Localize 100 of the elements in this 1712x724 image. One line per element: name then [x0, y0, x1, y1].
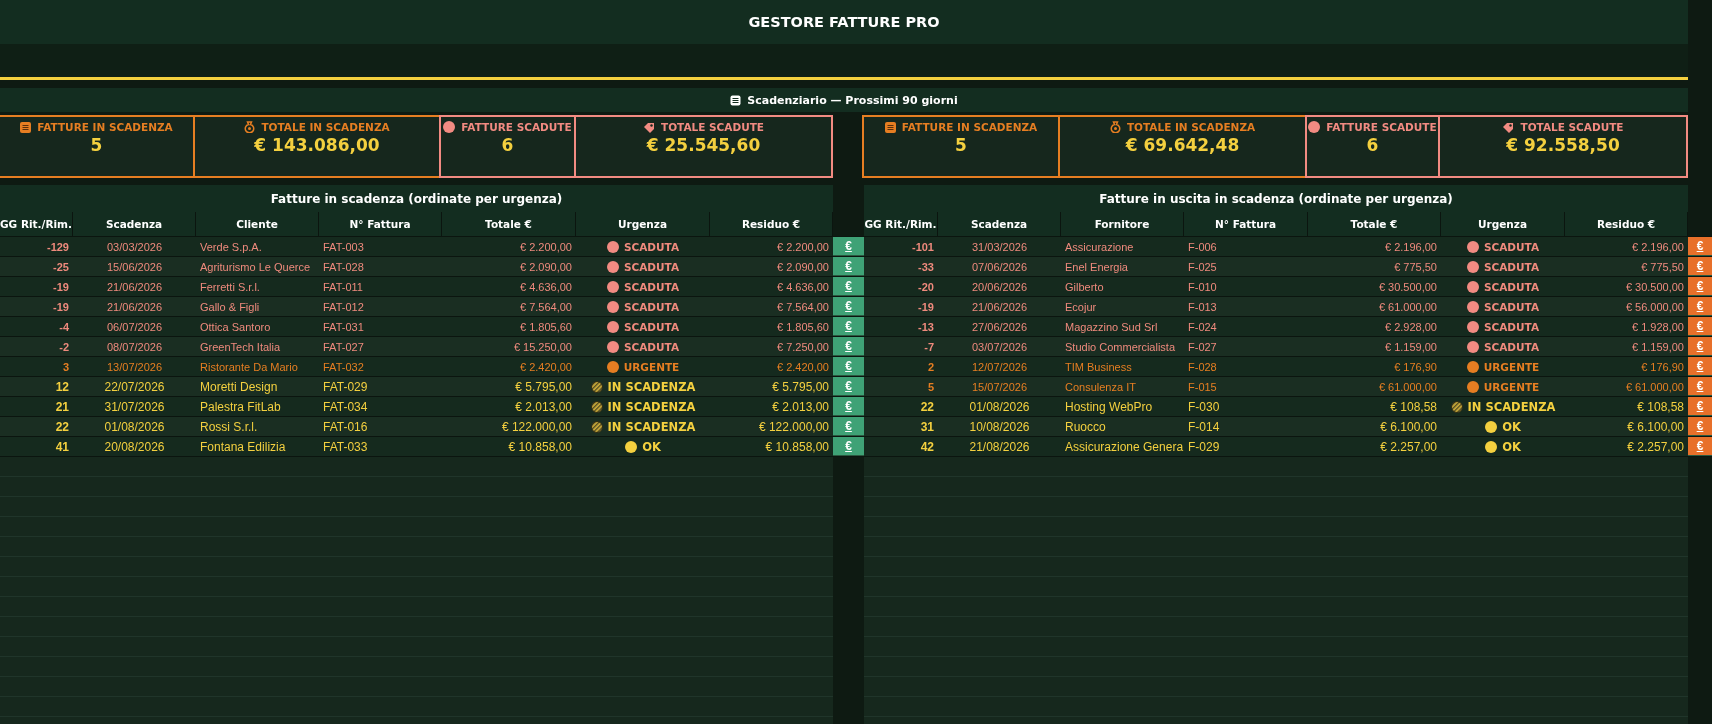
kpi-value: € 25.545,60	[646, 135, 761, 155]
table-cell: F-027	[1184, 337, 1308, 356]
table-cell: 01/08/2026	[938, 397, 1061, 416]
payment-button[interactable]: €	[833, 357, 864, 376]
payment-button[interactable]: €	[1688, 237, 1712, 256]
payment-button[interactable]: €	[833, 317, 864, 336]
urgency-cell: URGENTE	[576, 357, 710, 376]
urgency-cell: IN SCADENZA	[576, 417, 710, 436]
table-cell: Ecojur	[1061, 297, 1184, 316]
payment-button[interactable]: €	[833, 377, 864, 396]
table-cell: F-025	[1184, 257, 1308, 276]
payment-button[interactable]: €	[1688, 377, 1712, 396]
table-cell: 20/06/2026	[938, 277, 1061, 296]
payment-button[interactable]: €	[1688, 357, 1712, 376]
table-cell: FAT-003	[319, 237, 442, 256]
payment-button[interactable]: €	[833, 277, 864, 296]
table-cell: F-028	[1184, 357, 1308, 376]
payment-button[interactable]: €	[833, 297, 864, 316]
payment-button[interactable]: €	[833, 237, 864, 256]
payment-button[interactable]: €	[1688, 257, 1712, 276]
table-cell: F-006	[1184, 237, 1308, 256]
payment-button[interactable]: €	[1688, 317, 1712, 336]
kpi-label: FATTURE IN SCADENZA	[901, 121, 1038, 133]
table-cell: € 775,50	[1565, 257, 1688, 276]
table-cell: € 1.928,00	[1565, 317, 1688, 336]
table-cell: € 1.159,00	[1308, 337, 1441, 356]
column-header: N° Fattura	[319, 212, 442, 236]
payment-button[interactable]: €	[833, 437, 864, 456]
kpi-value: € 69.642,48	[1125, 135, 1240, 155]
table-cell: -25	[0, 257, 73, 276]
table-cell: Enel Energia	[1061, 257, 1184, 276]
payment-button[interactable]: €	[1688, 397, 1712, 416]
urgency-cell: OK	[1441, 437, 1565, 456]
table-cell: € 7.564,00	[710, 297, 833, 316]
payment-button[interactable]: €	[1688, 337, 1712, 356]
payment-button[interactable]: €	[833, 257, 864, 276]
table-cell: € 176,90	[1308, 357, 1441, 376]
kpi-value: 6	[501, 135, 514, 155]
payment-button[interactable]: €	[1688, 297, 1712, 316]
table-cell: FAT-033	[319, 437, 442, 456]
column-header: Residuo €	[1565, 212, 1688, 236]
table-title: Fatture in uscita in scadenza (ordinate per urgenza)	[1099, 191, 1453, 206]
kpi-label: TOTALE IN SCADENZA	[1126, 121, 1256, 133]
table-cell: 10/08/2026	[938, 417, 1061, 436]
payment-button[interactable]: €	[833, 417, 864, 436]
table-cell: € 6.100,00	[1565, 417, 1688, 436]
table-cell: € 1.805,60	[710, 317, 833, 336]
urgency-cell: IN SCADENZA	[1441, 397, 1565, 416]
table-cell: Ruocco	[1061, 417, 1184, 436]
table-cell: GreenTech Italia	[196, 337, 319, 356]
table-title: Fatture in scadenza (ordinate per urgenza)	[270, 191, 563, 206]
table-cell: -19	[864, 297, 938, 316]
kpi-value: € 143.086,00	[254, 135, 380, 155]
table-cell: € 775,50	[1308, 257, 1441, 276]
table-cell: 13/07/2026	[73, 357, 196, 376]
status-dot-icon	[606, 340, 619, 353]
table-cell: Magazzino Sud Srl	[1061, 317, 1184, 336]
table-cell: FAT-031	[319, 317, 442, 336]
payment-button[interactable]: €	[1688, 417, 1712, 436]
table-cell: 31/07/2026	[73, 397, 196, 416]
column-header: Urgenza	[1441, 212, 1565, 236]
kpi-value: 5	[955, 135, 967, 155]
table-cell: Ottica Santoro	[196, 317, 319, 336]
urgency-cell: SCADUTA	[576, 337, 710, 356]
status-dot-icon	[606, 360, 619, 373]
status-dot-icon	[1485, 420, 1498, 433]
column-header: Scadenza	[73, 212, 196, 236]
table-cell: 15/07/2026	[938, 377, 1061, 396]
payment-button[interactable]: €	[833, 337, 864, 356]
table-cell: € 61.000,00	[1308, 297, 1441, 316]
table-cell: 07/06/2026	[938, 257, 1061, 276]
kpi-value: 6	[1366, 135, 1379, 155]
table-cell: FAT-011	[319, 277, 442, 296]
table-cell: -33	[864, 257, 938, 276]
table-cell: 21/06/2026	[73, 297, 196, 316]
urgency-cell: URGENTE	[1441, 377, 1565, 396]
tag-icon	[642, 121, 655, 133]
table-cell: € 4.636,00	[442, 277, 576, 296]
urgency-cell: SCADUTA	[576, 317, 710, 336]
table-cell: 41	[0, 437, 73, 456]
urgency-cell: SCADUTA	[1441, 257, 1565, 276]
tag-icon	[1502, 121, 1515, 133]
urgency-cell: SCADUTA	[576, 277, 710, 296]
status-dot-icon	[1466, 320, 1479, 333]
table-cell: € 56.000,00	[1565, 297, 1688, 316]
table-cell: 21	[0, 397, 73, 416]
payment-button[interactable]: €	[833, 397, 864, 416]
table-cell: Studio Commercialista	[1061, 337, 1184, 356]
table-cell: € 30.500,00	[1308, 277, 1441, 296]
table-cell: F-029	[1184, 437, 1308, 456]
payment-button[interactable]: €	[1688, 437, 1712, 456]
column-header: Totale €	[1308, 212, 1441, 236]
urgency-cell: OK	[576, 437, 710, 456]
urgency-cell: IN SCADENZA	[576, 397, 710, 416]
table-cell: € 2.200,00	[710, 237, 833, 256]
table-cell: € 10.858,00	[442, 437, 576, 456]
table-cell: € 108,58	[1565, 397, 1688, 416]
section-title: Scadenziario — Prossimi 90 giorni	[747, 93, 958, 107]
table-cell: -129	[0, 237, 73, 256]
payment-button[interactable]: €	[1688, 277, 1712, 296]
